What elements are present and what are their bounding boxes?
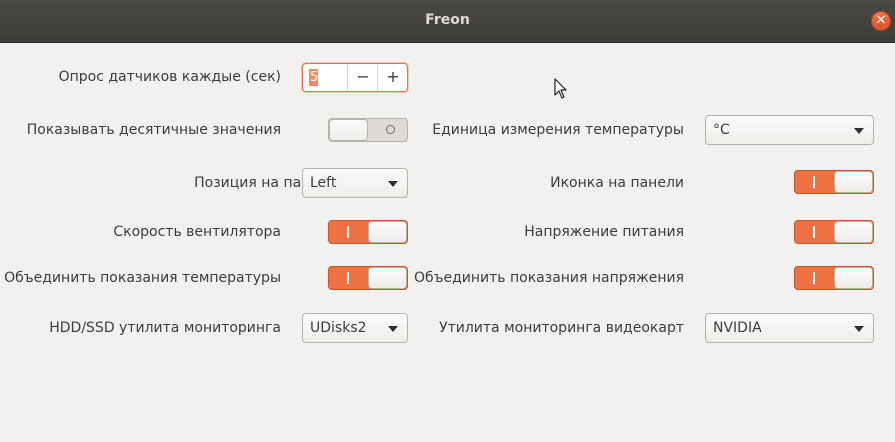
temp-unit-combo[interactable]: °C xyxy=(705,115,874,145)
window-title: Freon xyxy=(425,12,470,28)
switch-knob xyxy=(329,119,368,141)
switch-knob xyxy=(368,267,407,289)
switch-knob xyxy=(834,171,873,193)
switch-knob xyxy=(834,221,873,243)
panel-position-value: Left xyxy=(310,175,337,191)
increment-button[interactable]: + xyxy=(377,64,408,91)
voltage-label: Напряжение питания xyxy=(524,224,684,240)
show-decimals-switch[interactable] xyxy=(328,118,408,142)
hdd-utility-label: HDD/SSD утилита мониторинга xyxy=(49,320,281,336)
title-bar: Freon ✕ xyxy=(0,0,895,43)
poll-interval-value: 5 xyxy=(310,70,319,85)
hdd-utility-combo[interactable]: UDisks2 xyxy=(302,313,408,343)
switch-knob xyxy=(834,267,873,289)
chevron-down-icon xyxy=(854,128,864,134)
poll-interval-label: Опрос датчиков каждые (сек) xyxy=(58,69,281,85)
temp-unit-label: Единица измерения температуры xyxy=(432,122,684,138)
chevron-down-icon xyxy=(854,326,864,332)
merge-temps-label: Объединить показания температуры xyxy=(4,270,281,286)
merge-voltage-switch[interactable] xyxy=(794,266,874,290)
voltage-switch[interactable] xyxy=(794,220,874,244)
merge-temps-switch[interactable] xyxy=(328,266,408,290)
gpu-utility-combo[interactable]: NVIDIA xyxy=(705,313,874,343)
show-decimals-label: Показывать десятичные значения xyxy=(26,122,281,138)
mouse-pointer-icon xyxy=(554,78,567,99)
decrement-button[interactable]: − xyxy=(347,64,378,91)
merge-voltage-label: Объединить показания напряжения xyxy=(413,270,684,286)
close-button[interactable]: ✕ xyxy=(871,11,891,31)
close-icon: ✕ xyxy=(875,13,887,28)
switch-on-icon xyxy=(347,226,349,238)
chevron-down-icon xyxy=(388,181,398,187)
temp-unit-value: °C xyxy=(713,122,730,138)
switch-on-icon xyxy=(347,272,349,284)
switch-on-icon xyxy=(813,272,815,284)
chevron-down-icon xyxy=(388,326,398,332)
hdd-utility-value: UDisks2 xyxy=(310,320,367,336)
switch-on-icon xyxy=(813,226,815,238)
poll-interval-input[interactable]: 5 xyxy=(309,69,319,87)
switch-on-icon xyxy=(813,176,815,188)
panel-icon-label: Иконка на панели xyxy=(550,175,684,191)
fan-speed-label: Скорость вентилятора xyxy=(113,224,281,240)
gpu-utility-label: Утилита мониторинга видеокарт xyxy=(439,320,684,336)
panel-position-combo[interactable]: Left xyxy=(302,168,408,198)
panel-icon-switch[interactable] xyxy=(794,170,874,194)
switch-knob xyxy=(368,221,407,243)
fan-speed-switch[interactable] xyxy=(328,220,408,244)
switch-off-icon xyxy=(386,125,395,134)
poll-interval-spinbutton[interactable]: 5 − + xyxy=(302,63,408,92)
gpu-utility-value: NVIDIA xyxy=(713,320,762,336)
